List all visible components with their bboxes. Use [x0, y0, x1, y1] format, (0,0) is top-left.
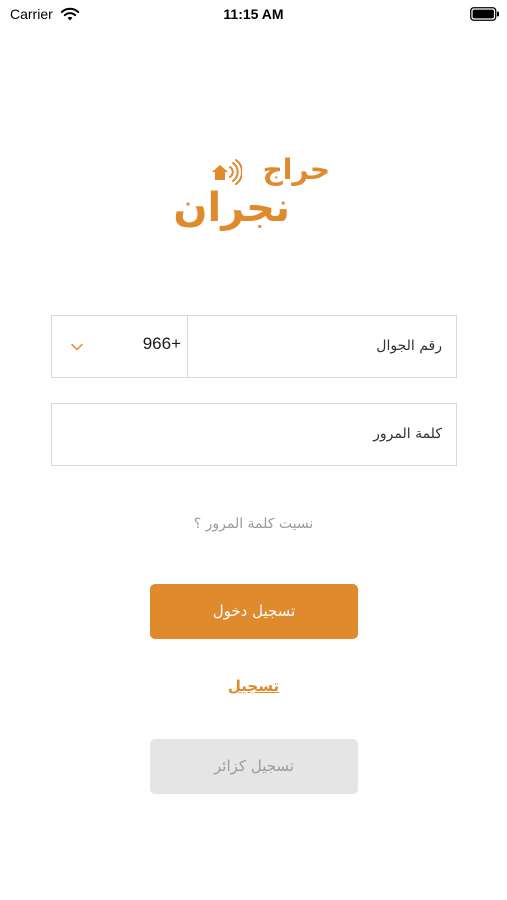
register-link[interactable]: تسجيل [0, 677, 507, 695]
battery-icon [470, 7, 499, 21]
house-signal-icon [212, 159, 242, 185]
login-button[interactable]: تسجيل دخول [150, 584, 358, 639]
logo-word-top: حراج [262, 153, 330, 186]
status-time: 11:15 AM [223, 6, 284, 22]
logo-word-bottom: نجران [173, 185, 290, 231]
country-code: 966+ [142, 334, 181, 353]
chevron-down-icon [71, 343, 83, 351]
forgot-password-link[interactable]: نسيت كلمة المرور ؟ [0, 516, 507, 532]
password-field[interactable]: كلمة المرور [51, 403, 457, 466]
app-logo: حراج نجران [170, 150, 340, 240]
phone-label: رقم الجوال [376, 338, 442, 354]
password-label: كلمة المرور [373, 426, 442, 442]
login-screen: Carrier 11:15 AM حراج نجران 966+ رقم الج… [0, 0, 507, 900]
phone-field[interactable]: 966+ رقم الجوال [51, 315, 457, 378]
status-bar: Carrier 11:15 AM [0, 0, 507, 28]
country-code-selector[interactable]: 966+ [52, 316, 188, 377]
guest-login-button[interactable]: تسجيل كزائر [150, 739, 358, 794]
